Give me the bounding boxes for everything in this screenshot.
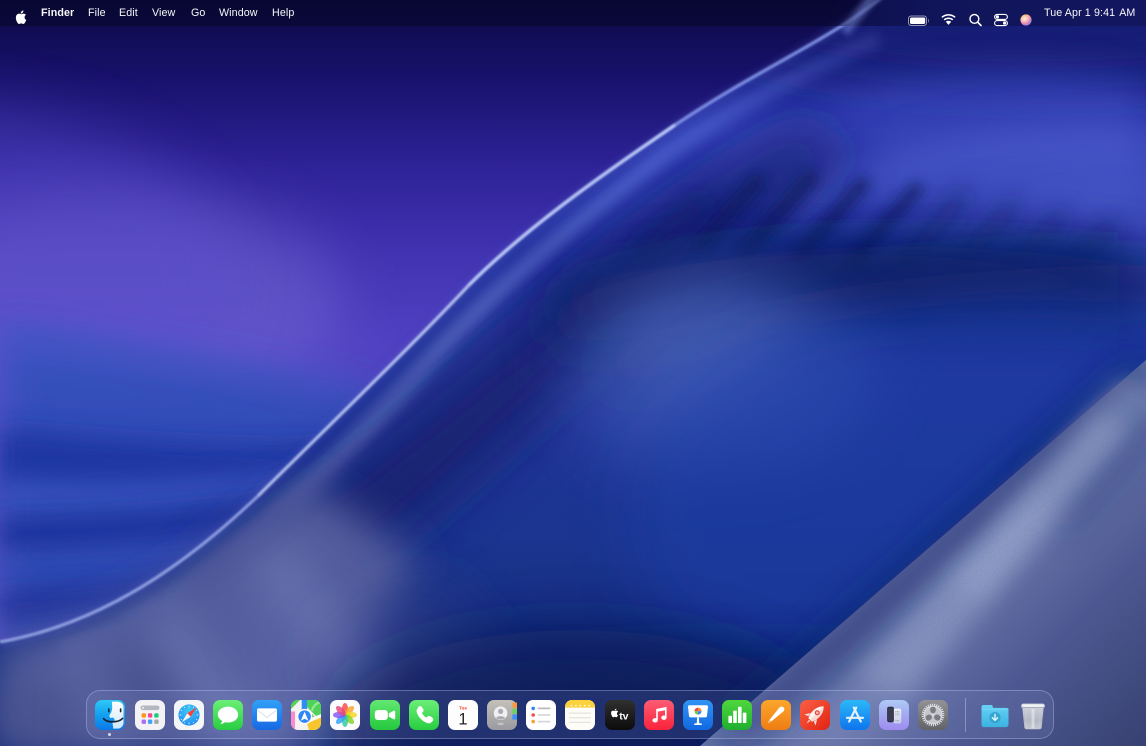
svg-text:1: 1	[458, 711, 467, 729]
svg-text:tv: tv	[619, 710, 628, 722]
